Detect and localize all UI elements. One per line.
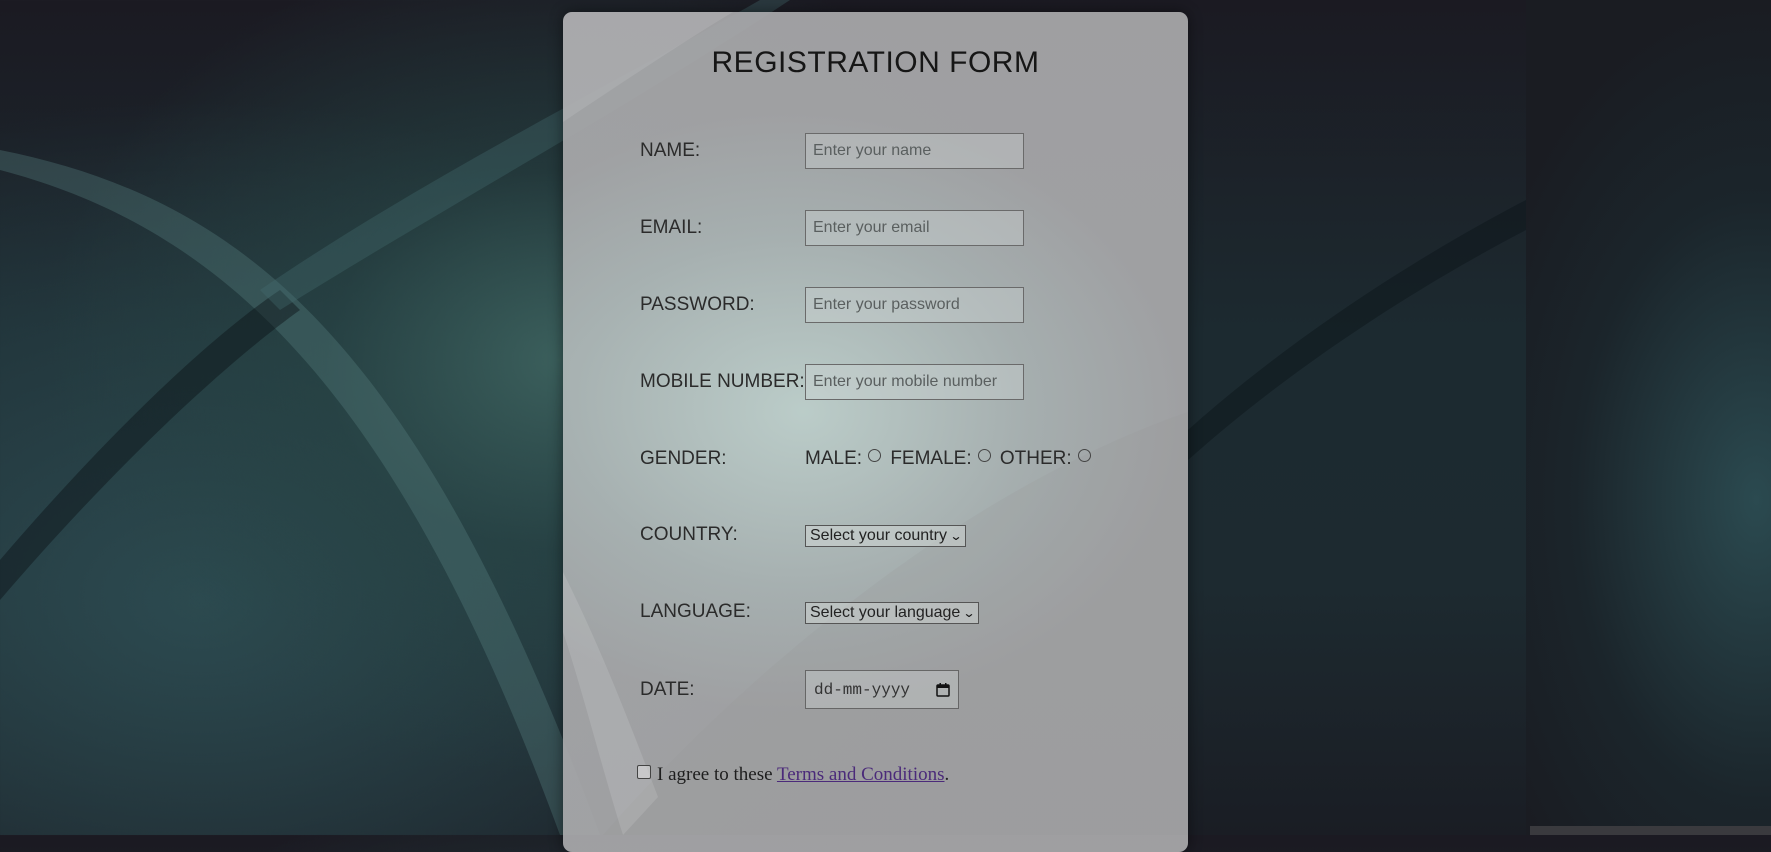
terms-row: I agree to these Terms and Conditions. bbox=[637, 764, 949, 786]
date-input[interactable]: dd-mm-yyyy bbox=[805, 670, 959, 709]
date-label: DATE: bbox=[640, 679, 695, 700]
terms-suffix: . bbox=[944, 764, 950, 785]
password-label: PASSWORD: bbox=[640, 294, 755, 315]
email-input[interactable] bbox=[805, 210, 1024, 246]
terms-checkbox[interactable] bbox=[637, 765, 651, 779]
registration-card: REGISTRATION FORM NAME: EMAIL: PASSWORD:… bbox=[563, 12, 1188, 852]
terms-prefix: I agree to these bbox=[657, 764, 773, 785]
language-select[interactable]: Select your language ⌄ bbox=[805, 602, 980, 624]
gender-male-radio[interactable] bbox=[868, 449, 882, 462]
gender-option-other-label: OTHER: bbox=[999, 448, 1072, 469]
mobile-input[interactable] bbox=[805, 364, 1024, 400]
country-select[interactable]: Select your country ⌄ bbox=[805, 525, 967, 547]
gender-female-radio[interactable] bbox=[977, 449, 991, 462]
mobile-label: MOBILE NUMBER: bbox=[640, 371, 805, 392]
language-label: LANGUAGE: bbox=[640, 601, 751, 622]
horizontal-scrollbar[interactable] bbox=[1530, 826, 1771, 835]
name-input[interactable] bbox=[805, 133, 1024, 169]
password-input[interactable] bbox=[805, 287, 1024, 323]
country-select-value: Select your country bbox=[810, 527, 947, 544]
gender-label: GENDER: bbox=[640, 448, 727, 469]
country-label: COUNTRY: bbox=[640, 524, 738, 545]
terms-link[interactable]: Terms and Conditions bbox=[777, 764, 945, 785]
gender-option-female-label: FEMALE: bbox=[890, 448, 972, 469]
chevron-down-icon: ⌄ bbox=[962, 606, 976, 620]
calendar-icon[interactable] bbox=[936, 682, 950, 697]
email-label: EMAIL: bbox=[640, 217, 703, 238]
language-select-value: Select your language bbox=[810, 604, 961, 621]
background-panel-right bbox=[1526, 0, 1771, 835]
name-label: NAME: bbox=[640, 140, 701, 161]
date-input-placeholder: dd-mm-yyyy bbox=[814, 680, 911, 699]
page-title: REGISTRATION FORM bbox=[711, 46, 1040, 79]
chevron-down-icon: ⌄ bbox=[949, 529, 963, 543]
gender-other-radio[interactable] bbox=[1077, 449, 1091, 462]
gender-options: MALE: FEMALE: OTHER: bbox=[805, 448, 1095, 470]
gender-option-male-label: MALE: bbox=[805, 448, 863, 469]
